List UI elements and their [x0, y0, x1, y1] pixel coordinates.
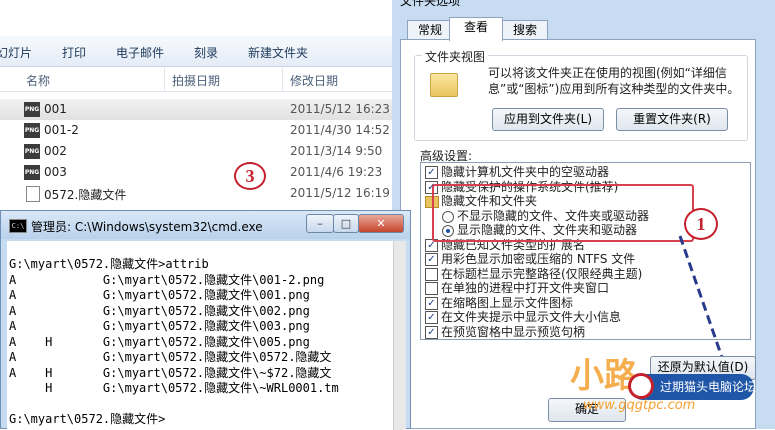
watermark-badge-ring-icon: [628, 373, 654, 399]
watermark-badge-text: 过期猫头电脑论坛: [660, 380, 757, 394]
watermark-url: www.gqgtpc.com: [583, 398, 696, 413]
tab-view[interactable]: 查看: [449, 17, 503, 41]
annotation-badge-1: 1: [684, 208, 718, 240]
